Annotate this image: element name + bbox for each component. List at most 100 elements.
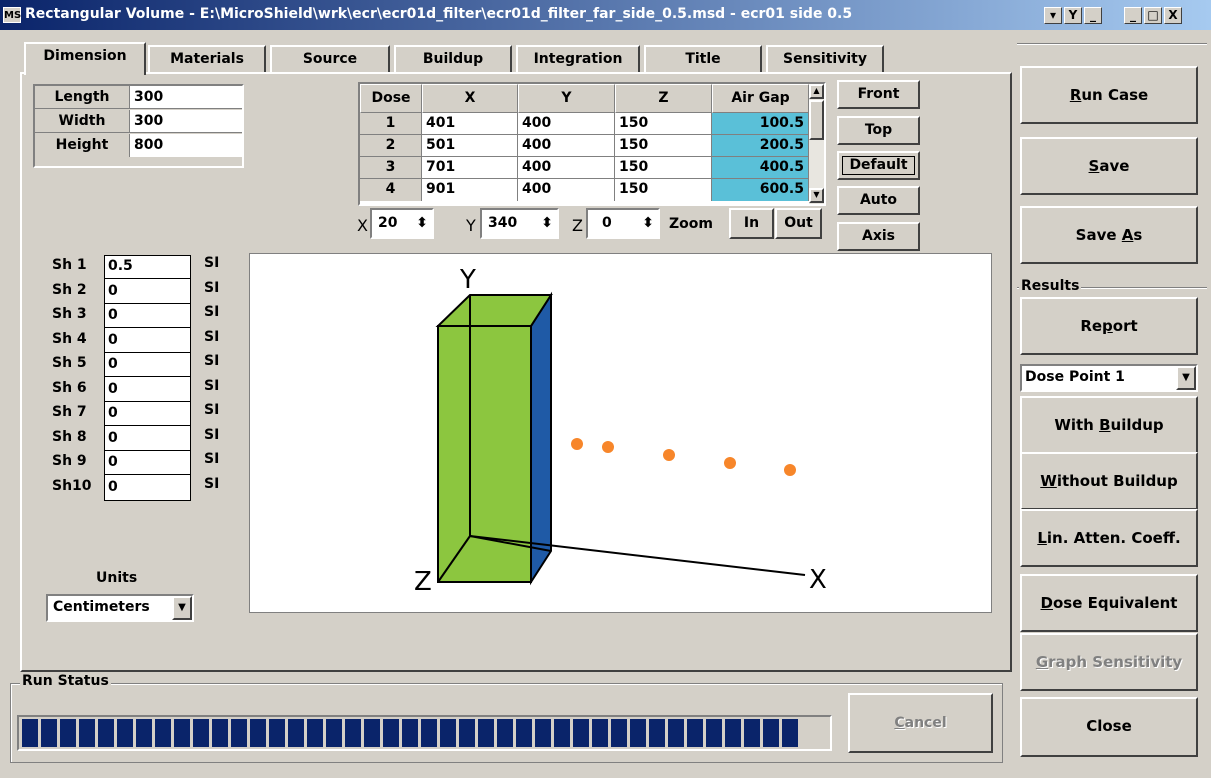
width-input[interactable]: 300 (130, 110, 242, 132)
shield-thickness-input[interactable]: 0 (108, 381, 118, 397)
tab-integration[interactable]: Integration (516, 45, 640, 73)
cancel-button[interactable]: Cancel (848, 693, 993, 753)
lin-atten-coeff-button[interactable]: Lin. Atten. Coeff. (1020, 509, 1198, 567)
pin-button[interactable]: Y (1064, 7, 1082, 24)
x-rotation-value: 20 (378, 215, 398, 231)
minimize-button[interactable]: _ (1124, 7, 1142, 24)
without-buildup-button[interactable]: Without Buildup (1020, 452, 1198, 510)
tab-title[interactable]: Title (644, 45, 762, 73)
shield-thickness-input[interactable]: 0 (108, 479, 118, 495)
col-y[interactable]: Y (518, 84, 615, 113)
tab-dimension[interactable]: Dimension (24, 42, 146, 75)
length-input[interactable]: 300 (130, 86, 242, 108)
scroll-down-arrow-icon[interactable]: ▼ (809, 188, 824, 203)
top-button[interactable]: Top (837, 116, 920, 145)
save-as-button[interactable]: Save As (1020, 206, 1198, 264)
spin-arrows-icon[interactable]: ⬍ (642, 210, 654, 237)
auto-button[interactable]: Auto (837, 186, 920, 215)
dose-point-marker[interactable] (571, 438, 583, 450)
col-air-gap[interactable]: Air Gap (712, 84, 809, 113)
axis-button[interactable]: Axis (837, 222, 920, 251)
shield-thickness-input[interactable]: 0 (108, 356, 118, 372)
maximize-button[interactable]: □ (1144, 7, 1162, 24)
save-button[interactable]: Save (1020, 137, 1198, 195)
table-cell[interactable]: 400 (518, 179, 615, 201)
x-axis-label: X (809, 565, 827, 595)
tab-sensitivity[interactable]: Sensitivity (766, 45, 884, 73)
spin-arrows-icon[interactable]: ⬍ (541, 210, 553, 237)
height-row: Height 800 (35, 134, 242, 157)
dose-point-marker[interactable] (602, 441, 614, 453)
shield-thickness-input[interactable]: 0 (108, 332, 118, 348)
y-rotation-spinner[interactable]: 340 ⬍ (480, 208, 559, 239)
dose-equivalent-button[interactable]: Dose Equivalent (1020, 574, 1198, 632)
graph-sensitivity-button[interactable]: Graph Sensitivity (1020, 633, 1198, 691)
close-button[interactable]: Close (1020, 697, 1198, 757)
front-button[interactable]: Front (837, 80, 920, 109)
tab-materials[interactable]: Materials (148, 45, 266, 73)
zoom-in-button[interactable]: In (729, 208, 774, 239)
scroll-up-arrow-icon[interactable]: ▲ (809, 84, 824, 99)
y-axis-label: Y (459, 265, 476, 295)
col-z[interactable]: Z (615, 84, 712, 113)
table-cell[interactable]: 400 (518, 113, 615, 135)
dose-point-select[interactable]: Dose Point 1 ▼ (1020, 364, 1198, 392)
scroll-thumb[interactable] (809, 100, 824, 140)
row-number[interactable]: 4 (360, 179, 422, 201)
table-cell[interactable]: 701 (422, 157, 518, 179)
dropdown-arrow-icon[interactable]: ▼ (172, 596, 192, 620)
shield-thickness-input[interactable]: 0 (108, 283, 118, 299)
window-title: Rectangular Volume - E:\MicroShield\wrk\… (25, 6, 853, 22)
col-dose[interactable]: Dose (360, 84, 422, 113)
shield-thickness-input[interactable]: 0 (108, 405, 118, 421)
table-cell[interactable]: 400 (518, 157, 615, 179)
shield-thickness-input[interactable]: 0.5 (108, 258, 133, 274)
table-cell[interactable]: 150 (615, 135, 712, 157)
tab-buildup[interactable]: Buildup (394, 45, 512, 73)
air-gap-cell: 400.5 (712, 157, 809, 179)
z-axis-label: Z (414, 567, 432, 597)
dose-point-marker[interactable] (724, 457, 736, 469)
progress-segment (630, 719, 646, 747)
shield-label: Sh 5 (52, 355, 87, 371)
shield-divider (105, 400, 190, 402)
table-cell[interactable]: 400 (518, 135, 615, 157)
table-cell[interactable]: 401 (422, 113, 518, 135)
shield-divider (105, 425, 190, 426)
progress-segment (763, 719, 779, 747)
app-icon[interactable]: MS (3, 7, 21, 23)
row-number[interactable]: 3 (360, 157, 422, 179)
table-cell[interactable]: 901 (422, 179, 518, 201)
dropdown-arrow-icon[interactable]: ▼ (1176, 366, 1196, 390)
length-label: Length (35, 86, 130, 108)
close-window-button[interactable]: X (1164, 7, 1182, 24)
dose-point-marker[interactable] (663, 449, 675, 461)
default-button[interactable]: Default (837, 151, 920, 180)
units-select[interactable]: Centimeters ▼ (46, 594, 194, 622)
spin-arrows-icon[interactable]: ⬍ (416, 210, 428, 237)
report-button[interactable]: Report (1020, 297, 1198, 355)
run-case-button[interactable]: Run Case (1020, 66, 1198, 124)
row-number[interactable]: 2 (360, 135, 422, 157)
shield-thickness-input[interactable]: 0 (108, 430, 118, 446)
tab-source[interactable]: Source (270, 45, 390, 73)
shield-thickness-input[interactable]: 0 (108, 454, 118, 470)
height-input[interactable]: 800 (130, 134, 242, 157)
x-rotation-spinner[interactable]: 20 ⬍ (370, 208, 434, 239)
table-cell[interactable]: 501 (422, 135, 518, 157)
menu-arrow-button[interactable]: ▾ (1044, 7, 1062, 24)
col-x[interactable]: X (422, 84, 518, 113)
table-cell[interactable]: 150 (615, 157, 712, 179)
minimize-doc-button[interactable]: _ (1084, 7, 1102, 24)
table-scrollbar[interactable]: ▲ ▼ (809, 84, 824, 204)
table-cell[interactable]: 150 (615, 179, 712, 201)
geometry-view[interactable]: Y Z X (249, 253, 992, 613)
with-buildup-button[interactable]: With Buildup (1020, 396, 1198, 454)
dose-point-table: Dose X Y Z Air Gap 1 401 400 150 100.5 2… (358, 82, 826, 206)
shield-thickness-input[interactable]: 0 (108, 307, 118, 323)
table-cell[interactable]: 150 (615, 113, 712, 135)
zoom-out-button[interactable]: Out (775, 208, 822, 239)
z-rotation-spinner[interactable]: 0 ⬍ (586, 208, 660, 239)
dose-point-marker[interactable] (784, 464, 796, 476)
row-number[interactable]: 1 (360, 113, 422, 135)
